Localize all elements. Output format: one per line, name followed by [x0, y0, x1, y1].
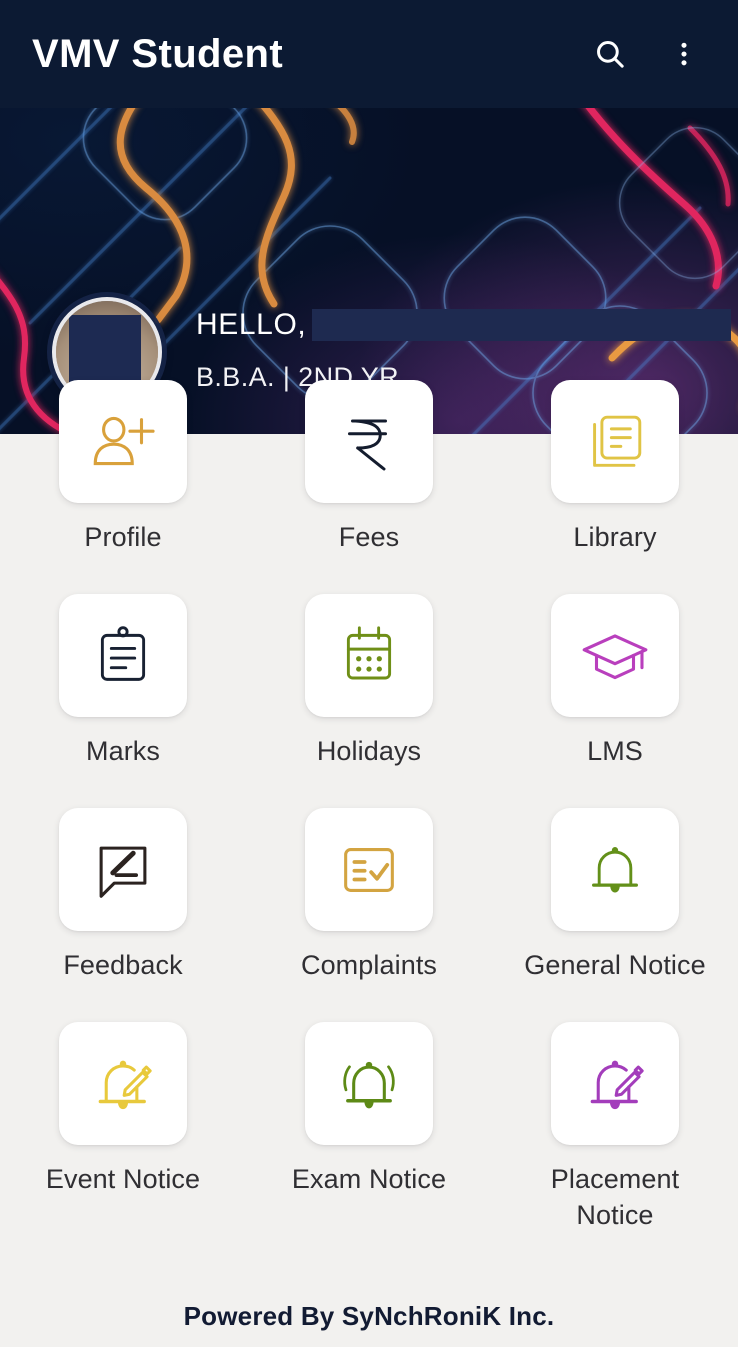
greeting-row: HELLO, [196, 308, 732, 342]
app-root: VMV Student HELLO, B.B.A. | 2ND YR Profi… [0, 0, 738, 1347]
tile-card[interactable] [305, 808, 433, 931]
tile-label: Feedback [63, 950, 183, 980]
tile-event-notice[interactable]: Event Notice [0, 1022, 246, 1236]
rupee-icon [348, 419, 387, 470]
tile-card[interactable] [551, 380, 679, 503]
tile-label: Library [573, 522, 657, 552]
documents-icon [593, 415, 642, 467]
checklist-icon [344, 847, 394, 892]
feedback-edit-icon [99, 846, 147, 898]
student-name-redaction [312, 309, 732, 341]
clipboard-icon [100, 625, 146, 681]
tile-label: Holidays [316, 736, 422, 766]
page-title: VMV Student [32, 31, 284, 76]
tile-card[interactable] [59, 594, 187, 717]
tile-general-notice[interactable]: General Notice [492, 808, 738, 1022]
tile-card[interactable] [305, 594, 433, 717]
tile-card[interactable] [305, 380, 433, 503]
tile-feedback[interactable]: Feedback [0, 808, 246, 1022]
bell-ring-icon [343, 1061, 395, 1108]
tile-library[interactable]: Library [492, 380, 738, 594]
avatar-redaction [69, 315, 141, 387]
calendar-icon [346, 625, 392, 679]
tile-lms[interactable]: LMS [492, 594, 738, 808]
tile-label: Exam Notice [291, 1164, 447, 1194]
bell-icon [592, 846, 638, 893]
tile-label: General Notice [524, 950, 706, 980]
tile-holidays[interactable]: Holidays [246, 594, 492, 808]
app-bar: VMV Student [0, 0, 738, 108]
tile-card[interactable] [551, 1022, 679, 1145]
tile-label: Profile [84, 522, 162, 552]
bell-edit-icon [98, 1060, 152, 1109]
tile-card[interactable] [551, 594, 679, 717]
tile-label: Event Notice [45, 1164, 201, 1194]
tile-exam-notice[interactable]: Exam Notice [246, 1022, 492, 1236]
tile-card[interactable] [305, 1022, 433, 1145]
tile-label: LMS [587, 736, 643, 766]
tile-card[interactable] [59, 380, 187, 503]
footer: Powered By SyNchRoniK Inc. [0, 1285, 738, 1347]
more-vertical-icon[interactable] [656, 26, 712, 82]
graduation-cap-icon [582, 633, 648, 679]
search-icon[interactable] [582, 26, 638, 82]
bell-edit-icon [590, 1060, 644, 1109]
tile-card[interactable] [551, 808, 679, 931]
tile-label: Placement Notice [550, 1164, 680, 1230]
tile-complaints[interactable]: Complaints [246, 808, 492, 1022]
user-add-icon [93, 416, 155, 465]
tile-profile[interactable]: Profile [0, 380, 246, 594]
tile-label: Marks [86, 736, 160, 766]
tile-card[interactable] [59, 1022, 187, 1145]
tile-fees[interactable]: Fees [246, 380, 492, 594]
powered-by-label: Powered By SyNchRoniK Inc. [183, 1300, 555, 1331]
tile-card[interactable] [59, 808, 187, 931]
greeting-label: HELLO, [196, 308, 307, 341]
tile-placement-notice[interactable]: Placement Notice [492, 1022, 738, 1236]
tile-label: Fees [338, 522, 400, 552]
menu-grid: Profile Fees Library Marks Holidays LMS … [0, 380, 738, 1236]
tile-label: Complaints [300, 950, 438, 980]
tile-marks[interactable]: Marks [0, 594, 246, 808]
